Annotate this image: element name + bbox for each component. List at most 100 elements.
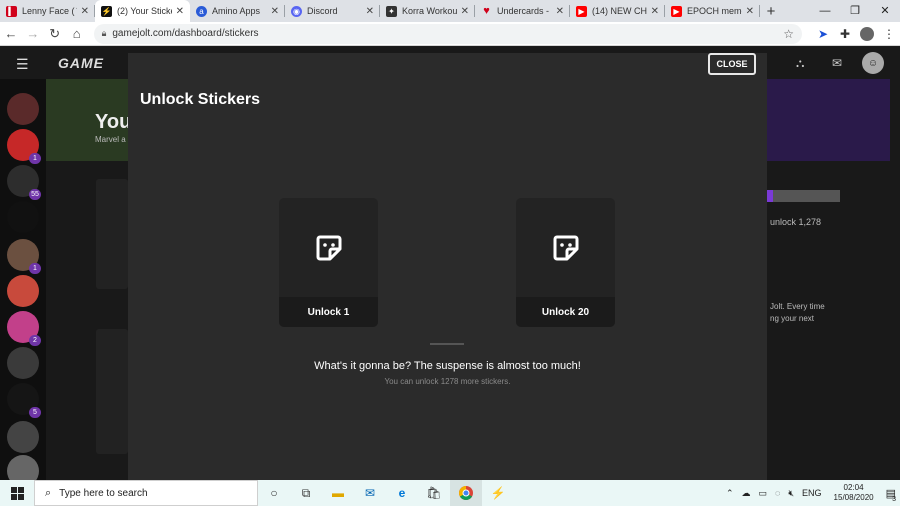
youtube-icon: ▶	[576, 5, 587, 17]
new-tab-button[interactable]: +	[760, 0, 782, 22]
sticker-icon	[516, 198, 615, 297]
remaining-stickers-text: You can unlock 1278 more stickers.	[384, 377, 511, 386]
unlock-20-card[interactable]: Unlock 20	[516, 198, 615, 327]
background-text: Jolt. Every time	[770, 302, 825, 311]
home-icon[interactable]: ⌂	[66, 26, 88, 41]
community-icon[interactable]	[7, 201, 39, 233]
notifications-icon[interactable]: ✉	[832, 56, 842, 70]
back-icon[interactable]: ←	[0, 26, 22, 41]
tab-favicon: ✦	[386, 5, 397, 17]
lock-icon: 🔒︎	[101, 28, 107, 38]
tab-close-icon[interactable]: ✕	[461, 6, 469, 17]
mail-icon[interactable]: ✉	[354, 480, 386, 506]
tray-chevron-icon[interactable]: ⌃	[726, 488, 734, 499]
extension-arrow-icon[interactable]: ➤	[812, 27, 834, 41]
menu-kebab-icon[interactable]: ⋮	[878, 27, 900, 41]
tab-discord[interactable]: ◉ Discord ✕	[285, 0, 380, 22]
edge-icon[interactable]: e	[386, 480, 418, 506]
onedrive-icon[interactable]: ☁	[741, 488, 750, 499]
close-window-icon[interactable]: ✕	[870, 0, 900, 22]
gamejolt-page: ☰ GAME ⛬ ✉ ☺ 1 55 1 2 5 You Marvel a unl…	[0, 47, 900, 480]
hamburger-menu-icon[interactable]: ☰	[16, 56, 29, 73]
extensions-area: ➤ ✚ ⋮	[812, 26, 900, 41]
sticker-icon	[279, 198, 378, 297]
community-icon[interactable]: 5	[7, 383, 41, 418]
minimize-icon[interactable]: —	[810, 0, 840, 22]
community-icon[interactable]: 2	[7, 311, 41, 346]
community-icon[interactable]: 1	[7, 239, 41, 274]
banner-subtitle: Marvel a	[95, 135, 126, 144]
tab-close-icon[interactable]: ✕	[556, 6, 564, 17]
extensions-puzzle-icon[interactable]: ✚	[834, 27, 856, 41]
gamejolt-logo[interactable]: GAME	[58, 55, 104, 71]
clock[interactable]: 02:04 15/08/2020	[834, 483, 874, 503]
community-sidebar: 1 55 1 2 5	[0, 79, 46, 480]
divider	[430, 343, 464, 345]
unlock-1-label: Unlock 1	[279, 297, 378, 327]
tab-close-icon[interactable]: ✕	[651, 6, 659, 17]
community-icon[interactable]	[7, 275, 39, 307]
address-bar: ← → ↻ ⌂ 🔒︎ gamejolt.com/dashboard/sticke…	[0, 22, 900, 46]
forward-icon[interactable]: →	[22, 26, 44, 41]
community-icon[interactable]	[7, 455, 39, 480]
gamejolt-app-icon[interactable]: ⚡	[482, 480, 514, 506]
url-field[interactable]: 🔒︎ gamejolt.com/dashboard/stickers ☆	[93, 23, 803, 44]
community-icon[interactable]	[7, 421, 39, 453]
background-text: unlock 1,278	[770, 217, 822, 227]
tab-lenny-face[interactable]: ▍ Lenny Face ( ͡° ✕	[0, 0, 95, 22]
restore-icon[interactable]: ❐	[840, 0, 870, 22]
browser-tab-strip: ▍ Lenny Face ( ͡° ✕ ⚡ (2) Your Sticke ✕ …	[0, 0, 900, 22]
search-placeholder: Type here to search	[59, 487, 148, 499]
community-badge: 5	[29, 407, 41, 418]
sticker-progress-bar	[767, 190, 840, 202]
community-icon[interactable]	[7, 347, 39, 379]
user-avatar[interactable]: ☺	[862, 52, 884, 74]
tab-close-icon[interactable]: ✕	[81, 6, 89, 17]
windows-start-icon[interactable]	[0, 486, 34, 500]
tab-close-icon[interactable]: ✕	[271, 6, 279, 17]
store-icon[interactable]: 🛍︎	[418, 480, 450, 506]
tab-your-stickers[interactable]: ⚡ (2) Your Sticke ✕	[95, 0, 190, 22]
unlock-stickers-modal: CLOSE Unlock Stickers Unlock 1 Unlock 20…	[128, 53, 767, 480]
close-button[interactable]: CLOSE	[708, 53, 756, 75]
window-controls: — ❐ ✕	[810, 0, 900, 22]
bookmark-star-icon[interactable]: ☆	[783, 27, 794, 41]
notification-center-icon[interactable]: ▤ 3	[886, 487, 896, 503]
background-card	[96, 179, 128, 289]
community-icon[interactable]: 55	[7, 165, 41, 200]
community-icon[interactable]: 1	[7, 129, 41, 164]
chrome-icon[interactable]	[450, 480, 482, 506]
tab-close-icon[interactable]: ✕	[746, 6, 754, 17]
tab-undercards[interactable]: ♥ Undercards - I ✕	[475, 0, 570, 22]
volume-icon[interactable]: 🔇︎	[788, 488, 794, 499]
community-badge: 2	[29, 335, 41, 346]
cortana-icon[interactable]: ○	[258, 480, 290, 506]
heart-favicon-icon: ♥	[483, 5, 490, 17]
profile-avatar[interactable]	[860, 26, 875, 41]
friends-icon[interactable]: ⛬	[796, 56, 804, 71]
unlock-20-label: Unlock 20	[516, 297, 615, 327]
taskbar-search-input[interactable]: ⌕ Type here to search	[34, 480, 258, 506]
reload-icon[interactable]: ↻	[44, 26, 66, 42]
language-indicator[interactable]: ENG	[802, 488, 822, 498]
tab-close-icon[interactable]: ✕	[366, 6, 374, 17]
tab-favicon: a	[196, 5, 207, 17]
network-icon[interactable]: ◌	[775, 488, 780, 498]
search-icon: ⌕	[45, 486, 52, 499]
unlock-1-card[interactable]: Unlock 1	[279, 198, 378, 327]
community-badge: 1	[29, 263, 41, 274]
community-icon[interactable]	[7, 93, 39, 125]
banner-title: You	[95, 111, 132, 133]
file-explorer-icon[interactable]: ▬	[322, 480, 354, 506]
tab-youtube-epoch[interactable]: ▶ EPOCH meme ✕	[665, 0, 760, 22]
tab-amino-apps[interactable]: a Amino Apps ✕	[190, 0, 285, 22]
tab-youtube-new-cha[interactable]: ▶ (14) NEW CHA ✕	[570, 0, 665, 22]
tab-korra-workout[interactable]: ✦ Korra Workout ✕	[380, 0, 475, 22]
tab-favicon: ⚡	[101, 5, 112, 17]
tab-close-icon[interactable]: ✕	[176, 6, 184, 17]
community-badge: 1	[29, 153, 41, 164]
battery-icon[interactable]: ▭	[758, 488, 767, 499]
tab-favicon: ▍	[6, 5, 17, 17]
task-view-icon[interactable]: ⧉	[290, 480, 322, 506]
background-card	[96, 329, 128, 454]
